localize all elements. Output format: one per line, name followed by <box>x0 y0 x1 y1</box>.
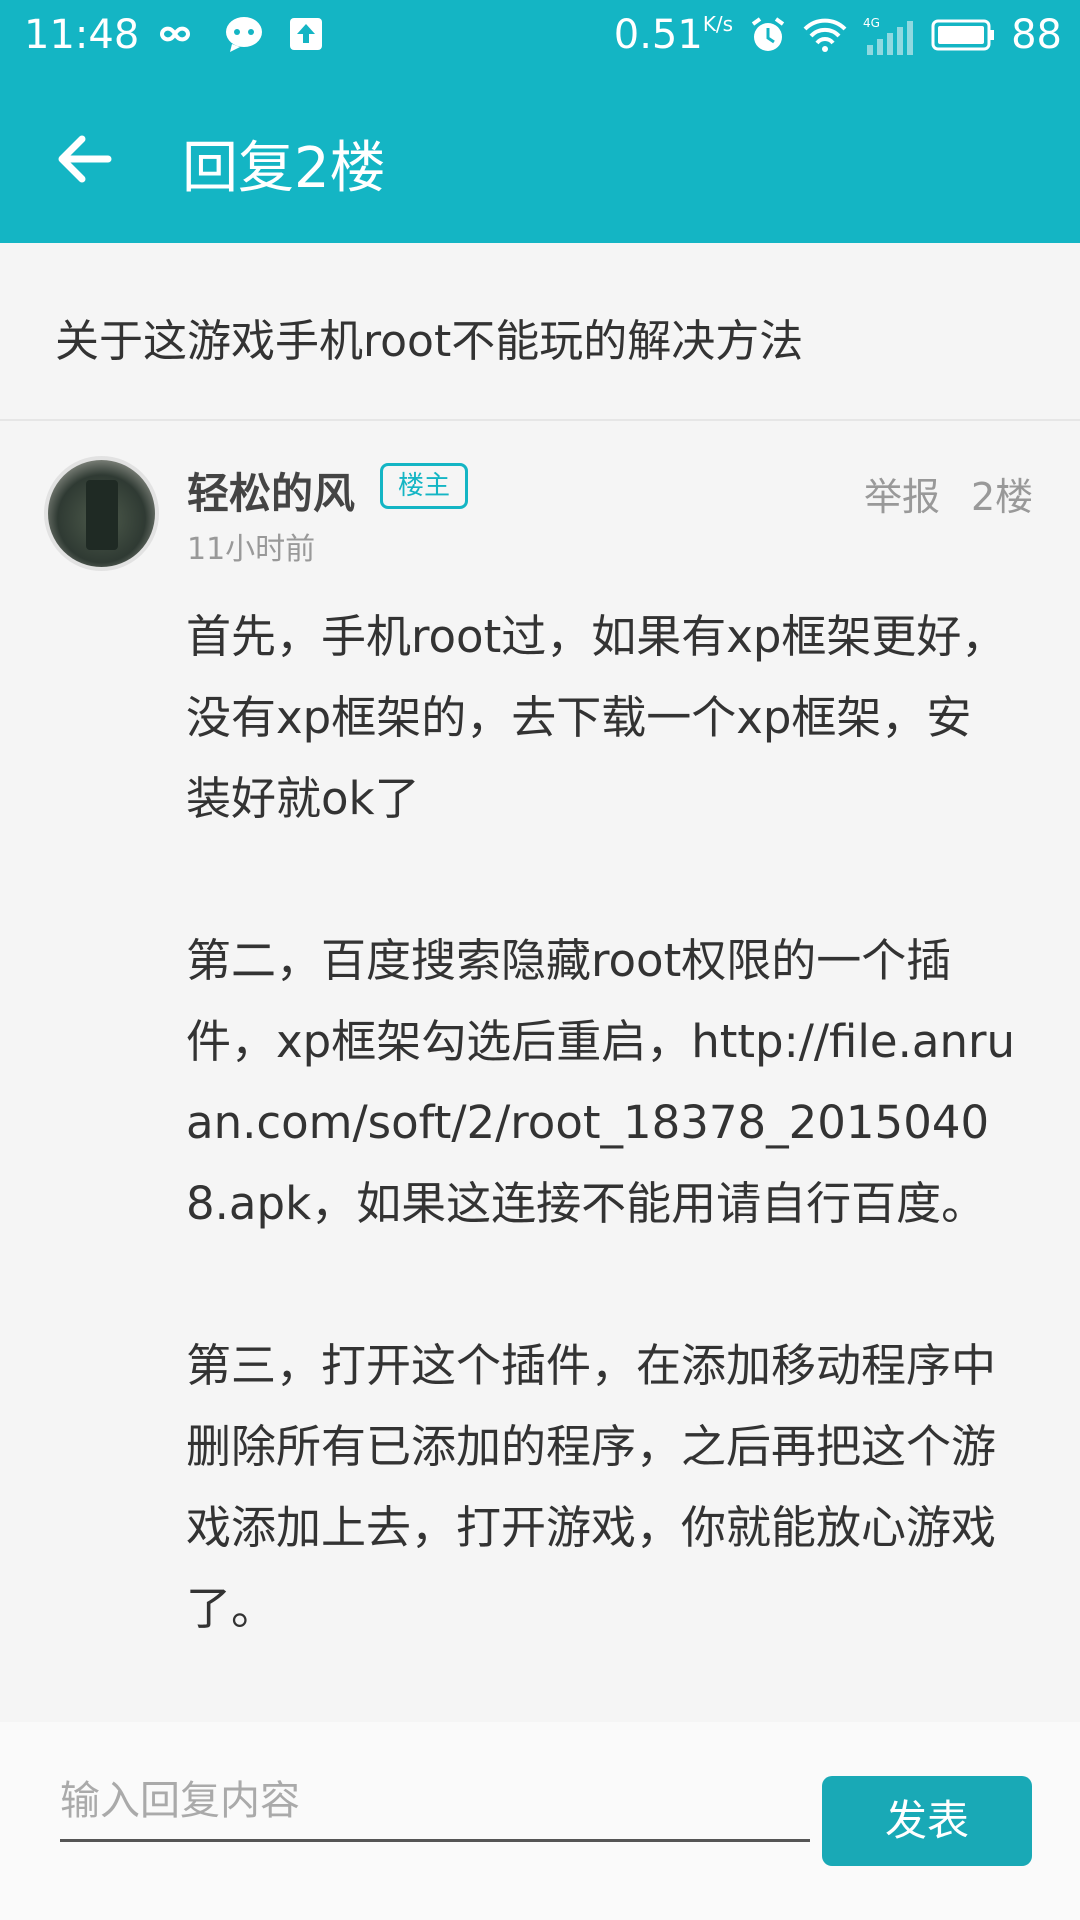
post-time: 11小时前 <box>187 532 316 567</box>
floor-number: 2楼 <box>971 475 1034 519</box>
battery-icon <box>931 19 995 51</box>
report-link[interactable]: 举报 <box>864 466 940 521</box>
author-name[interactable]: 轻松的风 <box>187 460 355 521</box>
wifi-icon <box>803 18 847 52</box>
topic-header: 关于这游戏手机root不能玩的解决方法 <box>0 243 1080 421</box>
battery-level: 88 <box>1011 12 1062 58</box>
avatar[interactable] <box>44 456 159 571</box>
upload-icon <box>290 18 322 50</box>
alarm-icon <box>751 17 785 51</box>
reply-input[interactable] <box>60 1762 810 1842</box>
send-button[interactable]: 发表 <box>822 1776 1032 1866</box>
svg-text:4G: 4G <box>863 16 880 30</box>
status-time: 11:48 <box>24 12 140 58</box>
post-paragraph: 首先，手机root过，如果有xp框架更好，没有xp框架的，去下载一个xp框架，安… <box>186 610 1007 825</box>
signal-icon: 4G <box>863 16 914 55</box>
reply-bar: 发表 <box>0 1722 1080 1920</box>
status-bar: 11:48 0.51K/s 4G 88 <box>0 0 1080 75</box>
infinity-icon <box>159 26 191 42</box>
post-paragraph: 第三，打开这个插件，在添加移动程序中删除所有已添加的程序，之后再把这个游戏添加上… <box>186 1339 997 1635</box>
network-speed: 0.51K/s <box>613 12 734 58</box>
page-title: 回复2楼 <box>182 136 386 201</box>
status-right-icons: 0.51K/s 4G 88 <box>614 12 1062 58</box>
post-content: 首先，手机root过，如果有xp框架更好，没有xp框架的，去下载一个xp框架，安… <box>186 596 1016 1649</box>
status-left-icons <box>150 14 324 54</box>
post-paragraph: 第二，百度搜索隐藏root权限的一个插件，xp框架勾选后重启，http://fi… <box>186 934 1016 1230</box>
back-arrow-icon[interactable] <box>52 127 116 191</box>
app-bar: 回复2楼 <box>0 75 1080 243</box>
chat-icon <box>226 17 262 52</box>
op-badge: 楼主 <box>380 463 468 509</box>
topic-title: 关于这游戏手机root不能玩的解决方法 <box>55 316 804 367</box>
avatar-seal <box>86 480 118 550</box>
